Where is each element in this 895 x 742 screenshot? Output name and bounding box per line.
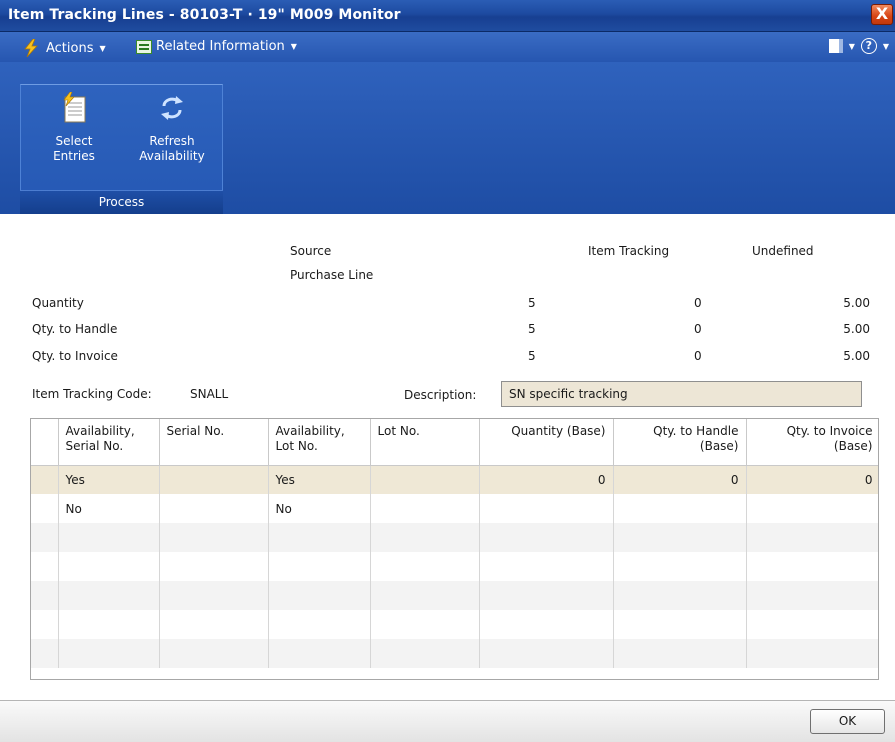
refresh-availability-label-2: Availability <box>139 149 205 163</box>
qty-to-invoice-undefined-value: 5.00 <box>843 349 870 363</box>
row-selector[interactable] <box>31 494 59 523</box>
col-quantity-base[interactable]: Quantity (Base) <box>479 419 614 466</box>
cell-qty-to-invoice-base[interactable] <box>746 494 878 523</box>
lightning-icon <box>24 39 38 57</box>
col-lot-no[interactable]: Lot No. <box>370 419 480 466</box>
col-qty-to-invoice-base[interactable]: Qty. to Invoice (Base) <box>746 419 878 466</box>
row-selector[interactable] <box>31 523 59 552</box>
row-selector[interactable] <box>31 552 59 581</box>
cell-qty-to-invoice-base[interactable]: 0 <box>746 465 878 494</box>
table-row[interactable]: Yes Yes 0 0 0 <box>31 465 878 494</box>
dialog-footer: OK <box>0 700 895 742</box>
col-header-text: Qty. to Handle <box>653 424 739 438</box>
qty-to-handle-undefined-value: 5.00 <box>843 322 870 336</box>
source-header: Source <box>290 244 332 258</box>
select-entries-icon <box>63 91 86 123</box>
col-header-text: Lot No. <box>275 439 318 453</box>
cell-availability-serial-no[interactable]: Yes <box>58 465 160 494</box>
ribbon-group-label: Process <box>20 190 223 214</box>
help-icon[interactable]: ? <box>860 38 877 54</box>
empty-row[interactable] <box>31 610 878 639</box>
select-entries-label-2: Entries <box>53 149 95 163</box>
cell-lot-no[interactable] <box>370 494 480 523</box>
cell-availability-serial-no[interactable]: No <box>58 494 160 523</box>
quantity-tracking-value: 0 <box>694 296 702 310</box>
related-information-menu[interactable]: Related Information ▼ <box>136 39 297 54</box>
empty-row[interactable] <box>31 523 878 552</box>
refresh-availability-button[interactable]: Refresh Availability <box>130 92 214 164</box>
empty-row[interactable] <box>31 552 878 581</box>
select-entries-button[interactable]: Select Entries <box>44 91 104 164</box>
col-header-text: Serial No. <box>166 424 225 438</box>
col-header-text: Serial No. <box>65 439 124 453</box>
cell-quantity-base[interactable]: 0 <box>479 465 614 494</box>
col-serial-no[interactable]: Serial No. <box>159 419 269 466</box>
description-label: Description: <box>404 388 477 402</box>
related-information-icon <box>136 39 152 54</box>
cell-serial-no[interactable] <box>159 494 269 523</box>
menu-bar: Actions ▼ Related Information ▼ ▼ ? ▼ <box>0 32 895 62</box>
actions-menu-label: Actions <box>46 40 94 56</box>
qty-to-invoice-source-value: 5 <box>528 349 536 363</box>
quantity-label: Quantity <box>32 296 84 310</box>
col-header-text: Lot No. <box>377 424 420 438</box>
source-subheader: Purchase Line <box>290 268 374 282</box>
item-tracking-code-value: SNALL <box>190 387 229 401</box>
cell-quantity-base[interactable] <box>479 494 614 523</box>
related-information-label: Related Information <box>156 39 285 54</box>
qty-to-invoice-tracking-value: 0 <box>694 349 702 363</box>
qty-to-handle-source-value: 5 <box>528 322 536 336</box>
chevron-down-icon: ▼ <box>99 43 106 53</box>
window-title: Item Tracking Lines - 80103-T · 19" M009… <box>8 7 401 23</box>
quantity-source-value: 5 <box>528 296 536 310</box>
close-button[interactable]: X <box>871 4 893 25</box>
actions-menu[interactable]: Actions ▼ <box>22 39 106 57</box>
cell-availability-lot-no[interactable]: Yes <box>268 465 371 494</box>
quantity-undefined-value: 5.00 <box>843 296 870 310</box>
qty-to-handle-label: Qty. to Handle <box>32 322 118 336</box>
col-header-text: Quantity (Base) <box>511 424 606 438</box>
empty-row[interactable] <box>31 581 878 610</box>
ok-button[interactable]: OK <box>810 709 885 734</box>
col-qty-to-handle-base[interactable]: Qty. to Handle (Base) <box>613 419 747 466</box>
select-entries-label-1: Select <box>55 134 93 148</box>
title-bar: Item Tracking Lines - 80103-T · 19" M009… <box>0 0 895 32</box>
row-selector-header <box>31 419 59 466</box>
refresh-availability-label-1: Refresh <box>149 134 195 148</box>
row-selector[interactable] <box>31 610 59 639</box>
col-header-text: Availability, <box>275 424 345 438</box>
pane-layout-icon[interactable] <box>828 39 843 53</box>
chevron-down-icon[interactable]: ▼ <box>849 42 855 51</box>
description-field[interactable]: SN specific tracking <box>501 381 862 407</box>
col-availability-serial-no[interactable]: Availability, Serial No. <box>58 419 160 466</box>
item-tracking-header: Item Tracking <box>588 244 670 258</box>
col-availability-lot-no[interactable]: Availability, Lot No. <box>268 419 371 466</box>
menubar-right-controls: ▼ ? ▼ <box>828 38 889 54</box>
undefined-header: Undefined <box>752 244 814 258</box>
row-selector[interactable] <box>31 581 59 610</box>
col-header-text: Qty. to Invoice <box>786 424 873 438</box>
item-tracking-lines-grid: Availability, Serial No. Serial No. Avail… <box>30 418 879 680</box>
row-selector[interactable] <box>31 639 59 668</box>
chevron-down-icon: ▼ <box>290 42 297 51</box>
empty-row[interactable] <box>31 639 878 668</box>
qty-to-invoice-label: Qty. to Invoice <box>32 349 118 363</box>
cell-qty-to-handle-base[interactable]: 0 <box>613 465 747 494</box>
grid-header-row: Availability, Serial No. Serial No. Avail… <box>31 419 878 466</box>
refresh-icon <box>161 96 183 120</box>
col-header-text: (Base) <box>833 439 873 453</box>
chevron-down-icon[interactable]: ▼ <box>883 42 889 51</box>
close-icon: X <box>875 4 889 23</box>
row-selector[interactable] <box>31 465 59 494</box>
col-header-text: Availability, <box>65 424 135 438</box>
cell-qty-to-handle-base[interactable] <box>613 494 747 523</box>
cell-serial-no[interactable] <box>159 465 269 494</box>
table-row[interactable]: No No <box>31 494 878 523</box>
cell-availability-lot-no[interactable]: No <box>268 494 371 523</box>
qty-to-handle-tracking-value: 0 <box>694 322 702 336</box>
cell-lot-no[interactable] <box>370 465 480 494</box>
col-header-text: (Base) <box>699 439 739 453</box>
item-tracking-code-label: Item Tracking Code: <box>32 387 152 401</box>
